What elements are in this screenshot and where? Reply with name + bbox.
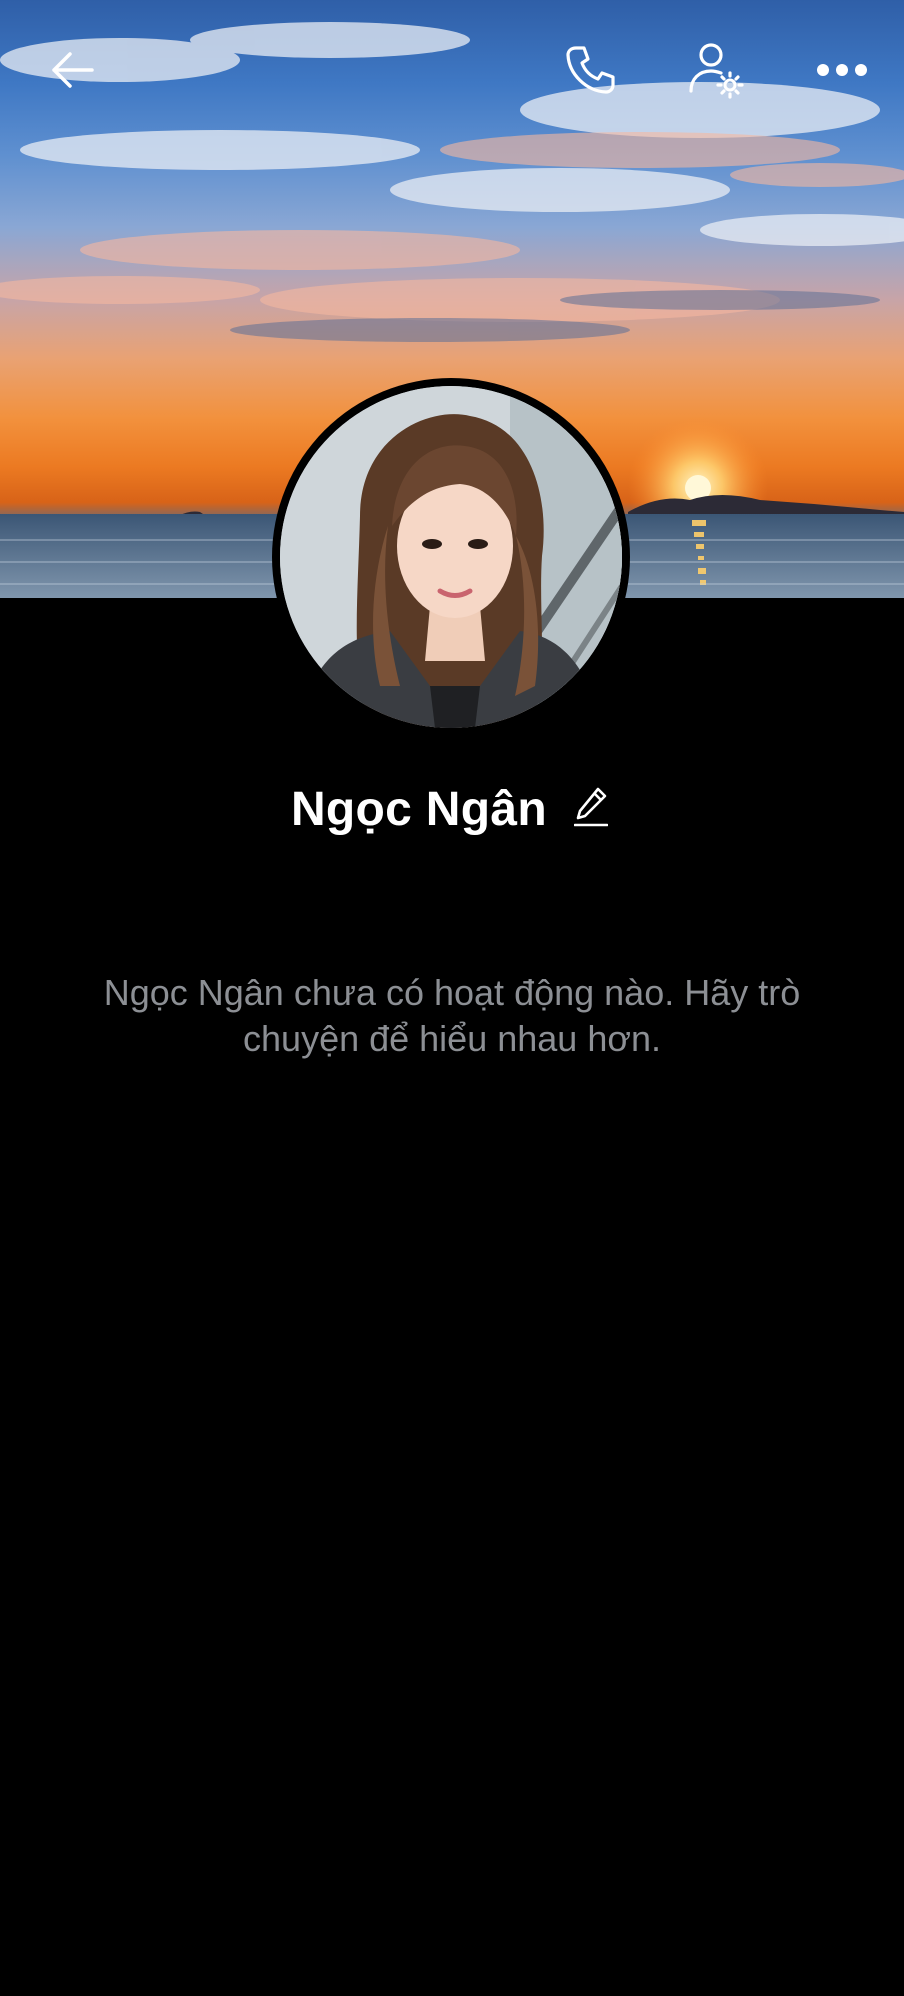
- phone-icon: [562, 42, 618, 98]
- pencil-icon: [573, 786, 609, 833]
- back-button[interactable]: [32, 30, 112, 110]
- profile-screen: Ngọc Ngân Ngọc Ngân chưa có hoạt động nà…: [0, 0, 904, 1996]
- user-settings-icon: [687, 41, 745, 99]
- profile-name: Ngọc Ngân: [290, 782, 548, 836]
- arrow-left-icon: [48, 50, 96, 90]
- edit-name-button[interactable]: [569, 784, 613, 834]
- avatar[interactable]: [280, 386, 622, 728]
- more-button[interactable]: [802, 30, 882, 110]
- avatar-frame: [272, 378, 630, 736]
- more-horizontal-icon: [816, 63, 868, 77]
- call-button[interactable]: [550, 30, 630, 110]
- profile-name-row: Ngọc Ngân: [0, 774, 904, 844]
- profile-settings-button[interactable]: [676, 30, 756, 110]
- top-bar: [0, 0, 904, 140]
- avatar-illustration: [280, 386, 622, 728]
- empty-feed-message: Ngọc Ngân chưa có hoạt động nào. Hãy trò…: [103, 972, 801, 1059]
